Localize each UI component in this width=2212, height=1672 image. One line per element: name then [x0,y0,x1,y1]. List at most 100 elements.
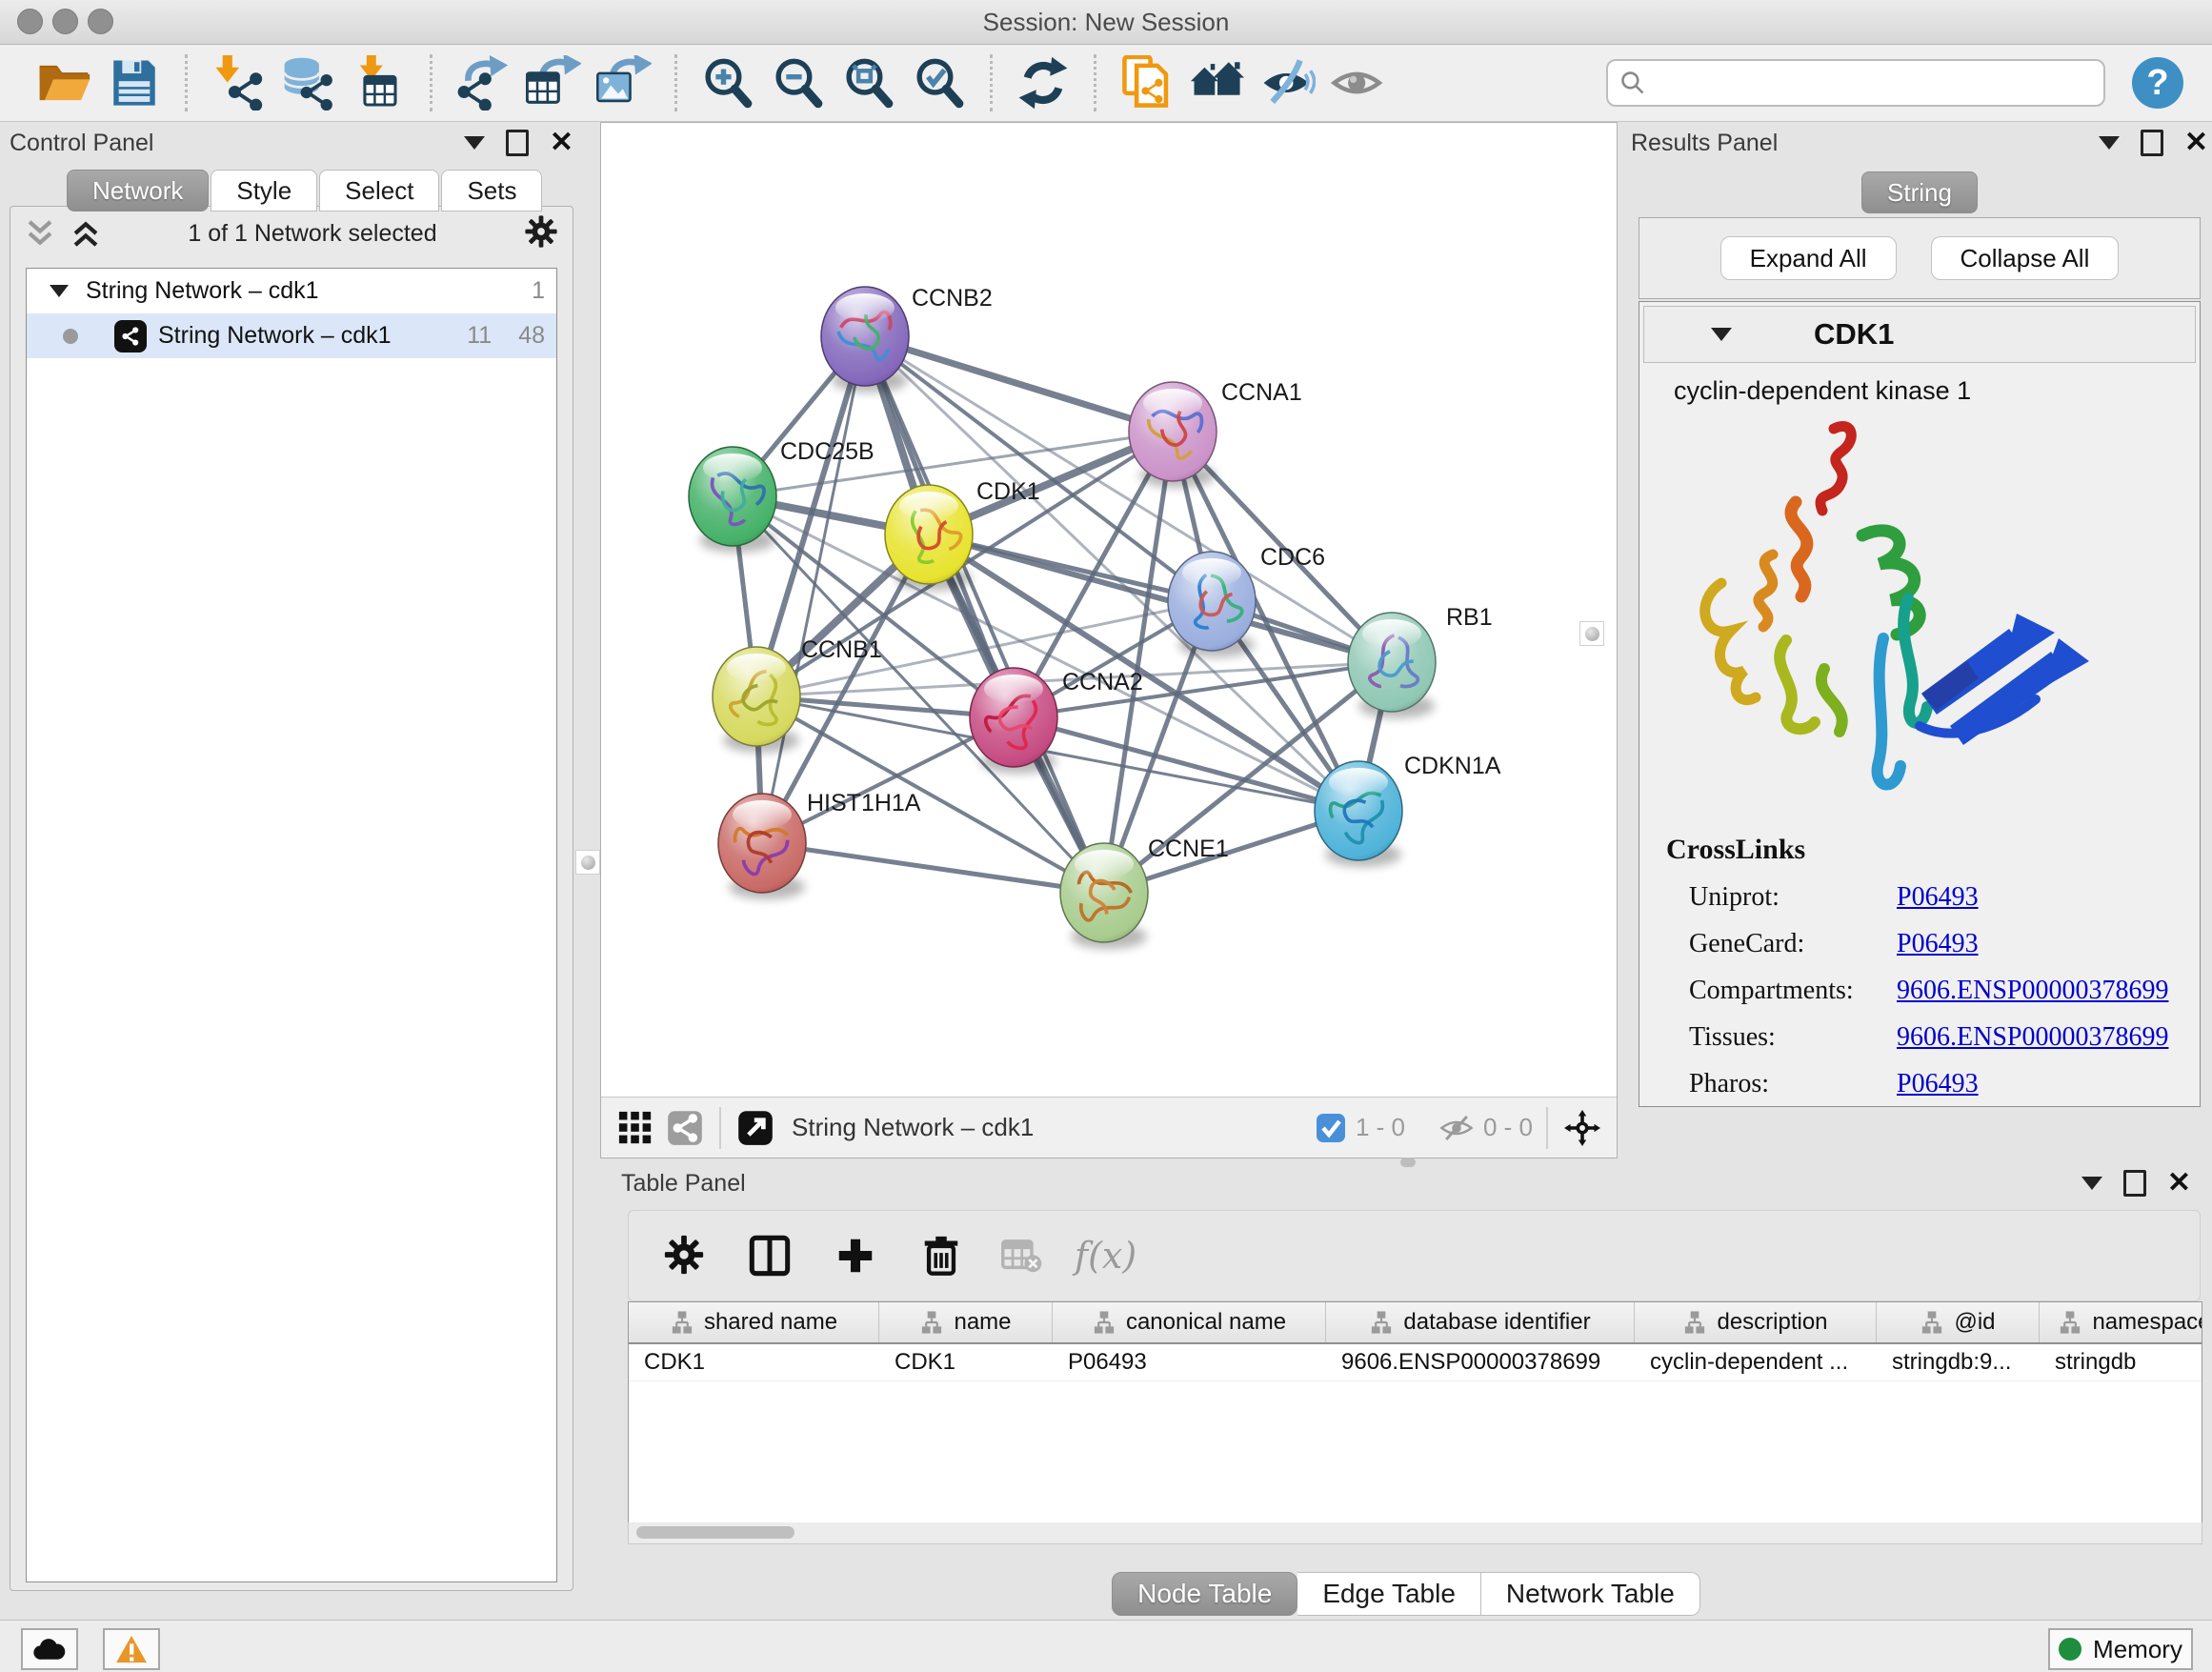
toolbar-open-session-button[interactable] [29,50,99,116]
toolbar-export-image-button[interactable] [589,50,659,116]
float-panel-icon[interactable] [2141,130,2163,156]
hidden-eye-icon[interactable] [1439,1113,1474,1143]
function-builder-button[interactable]: f(x) [1075,1235,1136,1277]
panel-menu-icon[interactable] [2081,1177,2102,1190]
section-expander-icon[interactable] [1711,328,1732,341]
network-node-ccne1[interactable] [1060,843,1148,949]
crosslink-value-link[interactable]: 9606.ENSP00000378699 [1897,976,2168,1006]
network-edge[interactable] [762,843,1104,893]
delete-column-button[interactable] [915,1229,968,1282]
table-cell[interactable]: P06493 [1053,1344,1326,1380]
tab-string[interactable]: String [1861,171,1978,213]
pan-mode-button[interactable] [1561,1107,1603,1149]
memory-button[interactable]: Memory [2048,1628,2193,1670]
left-splitter-handle[interactable] [575,850,600,875]
network-options-gear-icon[interactable] [523,213,559,254]
network-node-ccnb1[interactable] [713,647,800,753]
toolbar-refresh-view-button[interactable] [1008,50,1078,116]
delete-table-button[interactable] [1000,1229,1042,1282]
close-panel-icon[interactable]: ✕ [550,132,573,153]
string-tools-button[interactable] [664,1107,706,1149]
toolbar-import-network-database-button[interactable] [273,50,344,116]
panel-menu-icon[interactable] [2099,136,2120,150]
table-cell[interactable]: stringdb:9... [1877,1344,2040,1380]
toolbar-zoom-out-button[interactable] [763,50,834,116]
toolbar-zoom-fit-button[interactable] [834,50,904,116]
tab-select[interactable]: Select [319,170,439,212]
toolbar-export-table-button[interactable] [518,50,589,116]
tab-style[interactable]: Style [211,170,317,212]
network-node-cdc25b[interactable] [689,447,776,553]
table-row[interactable]: CDK1CDK1P064939606.ENSP00000378699cyclin… [629,1344,2202,1381]
network-row[interactable]: String Network – cdk1 11 48 [27,313,556,358]
network-edge[interactable] [865,336,1173,432]
search-box[interactable] [1606,59,2105,107]
bottom-splitter-handle[interactable] [1400,1158,1416,1167]
column-header-name[interactable]: name [879,1302,1053,1342]
toolbar-import-table-button[interactable] [344,50,414,116]
network-node-ccna2[interactable] [970,668,1057,774]
table-options-button[interactable] [657,1229,711,1282]
table-cell[interactable]: CDK1 [629,1344,879,1380]
table-cell[interactable]: cyclin-dependent ... [1635,1344,1877,1380]
column-header-database-identifier[interactable]: database identifier [1326,1302,1635,1342]
table-cell[interactable]: stringdb [2040,1344,2202,1380]
show-columns-button[interactable] [743,1229,796,1282]
column-header-description[interactable]: description [1635,1302,1877,1342]
column-header--id[interactable]: @id [1877,1302,2040,1342]
collapse-all-icon[interactable] [24,217,56,250]
table-cell[interactable]: CDK1 [879,1344,1053,1380]
toolbar-import-network-file-button[interactable] [203,50,273,116]
column-header-shared-name[interactable]: shared name [629,1302,879,1342]
gene-section-header[interactable]: CDK1 [1643,306,2196,363]
panel-menu-icon[interactable] [464,136,485,150]
selected-checkbox-icon[interactable] [1316,1113,1346,1143]
network-edge[interactable] [1104,432,1173,893]
network-collection-row[interactable]: String Network – cdk1 1 [27,269,556,313]
expand-all-icon[interactable] [70,217,102,250]
crosslink-value-link[interactable]: P06493 [1897,929,1979,959]
toolbar-hide-selected-button[interactable] [1253,50,1323,116]
toolbar-home-view-button[interactable] [1182,50,1253,116]
collapse-all-button[interactable]: Collapse All [1931,236,2120,280]
tab-node-table[interactable]: Node Table [1112,1572,1297,1616]
close-panel-icon[interactable]: ✕ [2167,1173,2191,1194]
scrollbar-thumb[interactable] [636,1526,794,1539]
toolbar-zoom-selected-button[interactable] [904,50,975,116]
toolbar-save-session-button[interactable] [99,50,170,116]
search-input[interactable] [1656,68,2092,99]
right-splitter-handle[interactable] [1579,621,1604,646]
create-column-button[interactable] [829,1229,882,1282]
network-node-cdc6[interactable] [1168,552,1256,657]
automation-status-button[interactable] [21,1628,78,1670]
tab-network[interactable]: Network [67,170,209,212]
crosslink-value-link[interactable]: P06493 [1897,882,1979,913]
close-panel-icon[interactable]: ✕ [2184,132,2208,153]
crosslink-value-link[interactable]: P06493 [1897,1069,1979,1099]
float-panel-icon[interactable] [2123,1170,2146,1197]
column-header-canonical-name[interactable]: canonical name [1053,1302,1326,1342]
open-in-browser-button[interactable] [734,1107,776,1149]
table-cell[interactable]: 9606.ENSP00000378699 [1326,1344,1635,1380]
help-button[interactable]: ? [2132,57,2183,109]
network-node-ccna1[interactable] [1129,382,1217,488]
tab-sets[interactable]: Sets [441,170,542,212]
float-panel-icon[interactable] [506,130,529,156]
toolbar-clone-network-button[interactable] [1112,50,1182,116]
tab-network-table[interactable]: Network Table [1481,1572,1700,1616]
network-node-cdk1[interactable] [885,485,973,591]
network-node-cdkn1a[interactable] [1315,761,1402,867]
network-node-rb1[interactable] [1348,613,1436,718]
warnings-button[interactable] [103,1628,160,1670]
toolbar-zoom-in-button[interactable] [693,50,763,116]
birds-eye-view-button[interactable] [614,1107,656,1149]
crosslink-value-link[interactable]: 9606.ENSP00000378699 [1897,1022,2168,1053]
network-canvas[interactable]: CCNB2 CCNA1 CDC25B CDK1 CDC6 RB1 CCNB1 C… [601,123,1615,1095]
tab-edge-table[interactable]: Edge Table [1297,1572,1481,1616]
table-horizontal-scrollbar[interactable] [628,1522,2202,1544]
column-header-namespace[interactable]: namespace [2040,1302,2202,1342]
expand-all-button[interactable]: Expand All [1720,236,1897,280]
network-node-hist1h1a[interactable] [718,794,806,899]
tree-expander-icon[interactable] [50,285,69,297]
toolbar-export-network-button[interactable] [448,50,518,116]
